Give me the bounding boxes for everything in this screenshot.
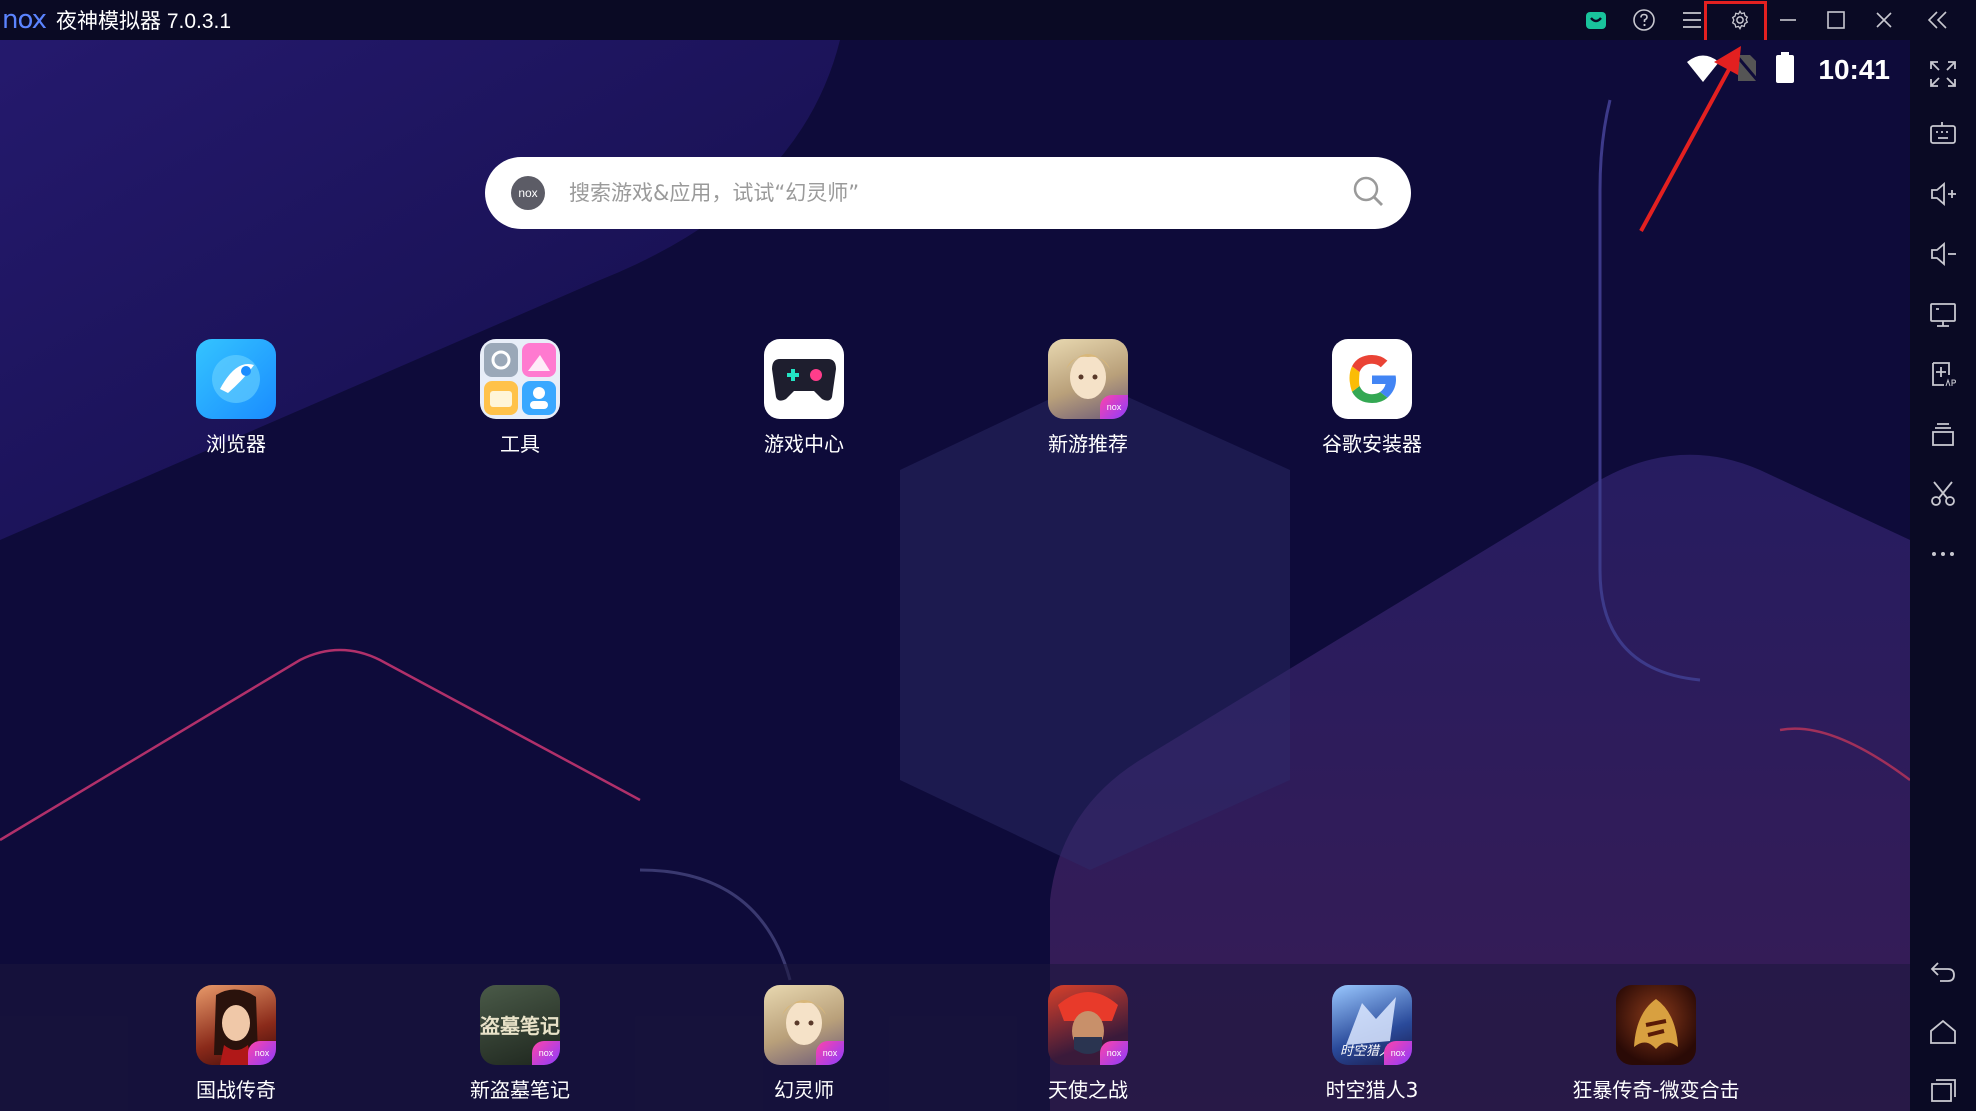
app-label: 国战传奇 [196,1078,276,1102]
shop-icon[interactable] [1574,0,1618,40]
new-games-icon: nox [1048,339,1128,419]
screen-icon[interactable] [1927,298,1959,330]
collapse-sidebar-icon[interactable] [1916,0,1960,40]
more-icon[interactable] [1927,538,1959,570]
search-icon[interactable] [1351,174,1385,213]
title-bar: nox 夜神模拟器 7.0.3.1 [0,0,1976,40]
back-icon[interactable] [1927,956,1959,988]
minimize-icon[interactable] [1766,0,1810,40]
browser-icon [196,339,276,419]
shikong-lieren-icon: 时空猎人 nox [1332,985,1412,1065]
app-google-installer[interactable]: 谷歌安装器 [1292,339,1452,457]
app-huanlingshi[interactable]: nox 幻灵师 [724,985,884,1103]
nox-badge: nox [532,1041,560,1065]
app-label: 时空猎人3 [1325,1078,1419,1102]
app-tools[interactable]: 工具 [440,339,600,457]
clock: 10:41 [1818,54,1890,85]
app-label: 狂暴传奇-微变合击 [1572,1078,1740,1102]
no-sim-icon [1734,53,1760,88]
daomu-biji-icon: 盗墓笔记 nox [480,985,560,1065]
app-label: 天使之战 [1048,1078,1128,1102]
maximize-icon[interactable] [1814,0,1858,40]
android-home-screen: 10:41 nox 浏览器 工具 游戏中心 [0,40,1910,1111]
app-guozhan-chuanqi[interactable]: nox 国战传奇 [156,985,316,1103]
volume-up-icon[interactable] [1927,178,1959,210]
guozhan-chuanqi-icon: nox [196,985,276,1065]
close-icon[interactable] [1862,0,1906,40]
app-kuangbao-chuanqi[interactable]: 狂暴传奇-微变合击 [1572,985,1740,1103]
app-label: 浏览器 [206,432,266,456]
nox-badge: nox [1100,1041,1128,1065]
app-browser[interactable]: 浏览器 [156,339,316,457]
fullscreen-icon[interactable] [1927,58,1959,90]
nox-badge: nox [1384,1041,1412,1065]
app-tianshi-zhizhan[interactable]: nox 天使之战 [1008,985,1168,1103]
google-installer-icon [1332,339,1412,419]
apk-install-icon[interactable] [1927,358,1959,390]
search-input[interactable] [567,180,1351,206]
app-label: 幻灵师 [774,1078,834,1102]
huanlingshi-icon: nox [764,985,844,1065]
game-center-icon [764,339,844,419]
status-bar: 10:41 [1686,50,1890,90]
app-daomu-biji[interactable]: 盗墓笔记 nox 新盗墓笔记 [440,985,600,1103]
app-game-center[interactable]: 游戏中心 [724,339,884,457]
app-label: 谷歌安装器 [1322,432,1422,456]
screenshot-scissors-icon[interactable] [1927,478,1959,510]
kuangbao-chuanqi-icon [1616,985,1696,1065]
nox-logo: nox [2,5,47,35]
home-icon[interactable] [1927,1016,1959,1048]
help-icon[interactable] [1622,0,1666,40]
recent-apps-icon[interactable] [1927,1074,1959,1106]
volume-down-icon[interactable] [1927,238,1959,270]
search-nox-logo: nox [511,176,545,210]
keyboard-icon[interactable] [1927,118,1959,150]
app-label: 新盗墓笔记 [470,1078,570,1102]
nox-badge: nox [248,1041,276,1065]
nox-badge: nox [1100,395,1128,419]
app-label: 新游推荐 [1048,432,1128,456]
tianshi-zhizhan-icon: nox [1048,985,1128,1065]
nox-badge: nox [816,1041,844,1065]
app-new-games[interactable]: nox 新游推荐 [1008,339,1168,457]
right-toolbar [1910,40,1976,1111]
app-shikong-lieren[interactable]: 时空猎人 nox 时空猎人3 [1292,985,1452,1103]
search-bar[interactable]: nox [485,157,1411,229]
app-title: 夜神模拟器 7.0.3.1 [55,10,232,33]
multi-instance-icon[interactable] [1927,418,1959,450]
daomu-art-text: 盗墓笔记 [480,1014,560,1038]
app-label: 工具 [500,432,540,456]
app-label: 游戏中心 [764,432,844,456]
wifi-icon [1686,53,1720,88]
tools-icon [480,339,560,419]
battery-icon [1774,51,1796,89]
